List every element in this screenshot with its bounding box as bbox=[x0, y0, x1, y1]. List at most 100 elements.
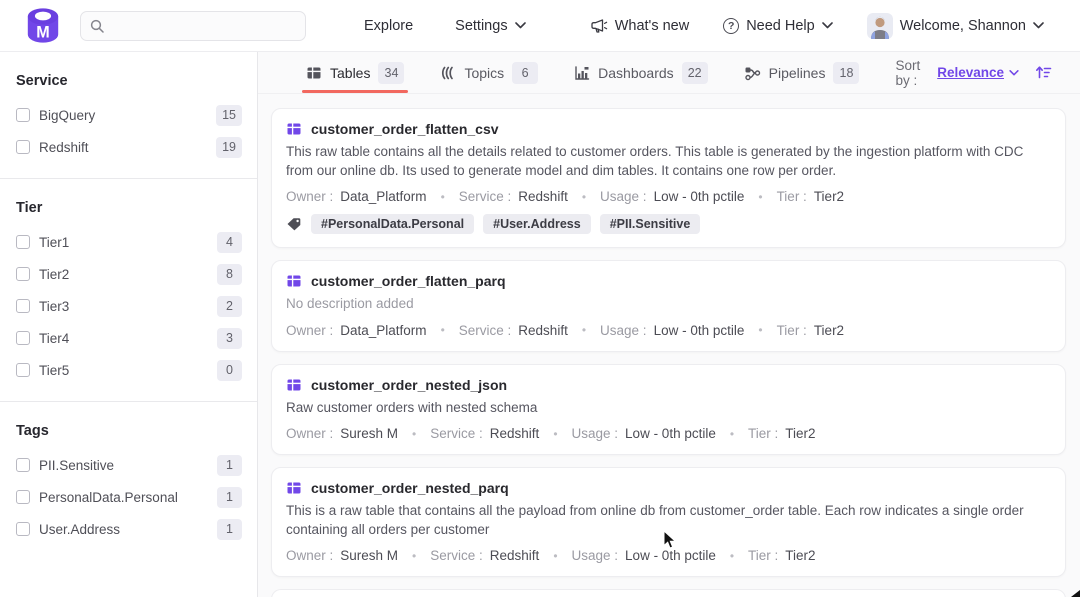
nav-explore[interactable]: Explore bbox=[364, 18, 413, 34]
tab-dashboards[interactable]: Dashboards 22 bbox=[574, 52, 708, 93]
usage-value: Low - 0th pctile bbox=[625, 426, 716, 441]
table-card: customer_order_nested_json Raw customer … bbox=[271, 364, 1066, 456]
separator: • bbox=[730, 549, 734, 563]
nav-settings-label: Settings bbox=[455, 18, 507, 34]
tier-label: Tier : bbox=[777, 323, 807, 338]
table-icon bbox=[286, 377, 302, 393]
entity-tabbar: Tables 34 Topics 6 bbox=[258, 52, 1080, 94]
divider bbox=[0, 178, 258, 179]
table-name-link[interactable]: customer_order_flatten_parq bbox=[311, 273, 506, 289]
filter-tier4[interactable]: Tier4 3 bbox=[16, 322, 242, 354]
tab-tables[interactable]: Tables 34 bbox=[306, 52, 404, 93]
tag-pill[interactable]: #PII.Sensitive bbox=[600, 214, 701, 234]
tag-pill[interactable]: #PersonalData.Personal bbox=[311, 214, 474, 234]
whats-new-label: What's new bbox=[615, 18, 690, 34]
checkbox[interactable] bbox=[16, 267, 30, 281]
chevron-down-icon bbox=[822, 22, 833, 29]
sort-controls: Sort by : Relevance bbox=[895, 58, 1052, 88]
tab-topics[interactable]: Topics 6 bbox=[440, 52, 538, 93]
whats-new-button[interactable]: What's new bbox=[591, 18, 690, 34]
topics-icon bbox=[440, 65, 456, 81]
search-input[interactable] bbox=[111, 18, 296, 33]
user-menu[interactable]: Welcome, Shannon bbox=[867, 13, 1044, 39]
table-meta: Owner : Data_Platform • Service : Redshi… bbox=[286, 189, 1051, 204]
header-right: What's new ? Need Help bbox=[591, 13, 1044, 39]
divider bbox=[0, 401, 258, 402]
checkbox[interactable] bbox=[16, 522, 30, 536]
filter-tier2[interactable]: Tier2 8 bbox=[16, 258, 242, 290]
table-name-link[interactable]: customer_order_flatten_csv bbox=[311, 121, 499, 137]
tier-label: Tier : bbox=[748, 548, 778, 563]
checkbox[interactable] bbox=[16, 108, 30, 122]
tier-value: Tier2 bbox=[785, 426, 815, 441]
tier-label: Tier : bbox=[777, 189, 807, 204]
tier-value: Tier2 bbox=[785, 548, 815, 563]
need-help-menu[interactable]: ? Need Help bbox=[723, 18, 833, 34]
filter-tier3[interactable]: Tier3 2 bbox=[16, 290, 242, 322]
need-help-label: Need Help bbox=[746, 18, 815, 34]
checkbox[interactable] bbox=[16, 458, 30, 472]
svg-text:M: M bbox=[36, 23, 49, 41]
tab-label: Pipelines bbox=[769, 65, 826, 81]
sort-field-dropdown[interactable]: Relevance bbox=[937, 65, 1019, 80]
usage-value: Low - 0th pctile bbox=[625, 548, 716, 563]
filter-tier5[interactable]: Tier5 0 bbox=[16, 354, 242, 386]
filter-pii-sensitive[interactable]: PII.Sensitive 1 bbox=[16, 449, 242, 481]
service-label: Service : bbox=[459, 323, 512, 338]
table-icon bbox=[286, 480, 302, 496]
filter-bigquery[interactable]: BigQuery 15 bbox=[16, 99, 242, 131]
checkbox[interactable] bbox=[16, 331, 30, 345]
table-card: customer_order_nested_parq This is a raw… bbox=[271, 467, 1066, 577]
filter-tier1[interactable]: Tier1 4 bbox=[16, 226, 242, 258]
owner-value: Data_Platform bbox=[340, 189, 426, 204]
filter-label: Redshift bbox=[39, 140, 89, 155]
table-meta: Owner : Suresh M • Service : Redshift • … bbox=[286, 426, 1051, 441]
pipeline-icon bbox=[744, 65, 761, 81]
filter-count-badge: 3 bbox=[217, 328, 242, 349]
sort-order-button[interactable] bbox=[1035, 64, 1052, 81]
table-card-partial bbox=[271, 589, 1066, 597]
openmetadata-logo-icon[interactable]: M bbox=[24, 6, 62, 46]
filter-label: Tier4 bbox=[39, 331, 69, 346]
global-search bbox=[80, 11, 306, 41]
checkbox[interactable] bbox=[16, 140, 30, 154]
filter-sidebar: Service BigQuery 15 Redshift 19 Tier Tie… bbox=[0, 52, 258, 597]
service-value: Redshift bbox=[518, 323, 568, 338]
separator: • bbox=[730, 427, 734, 441]
filter-redshift[interactable]: Redshift 19 bbox=[16, 131, 242, 163]
filter-user-address[interactable]: User.Address 1 bbox=[16, 513, 242, 545]
tab-count-badge: 34 bbox=[378, 62, 404, 84]
tab-label: Dashboards bbox=[598, 65, 674, 81]
table-name-link[interactable]: customer_order_nested_json bbox=[311, 377, 507, 393]
table-name-link[interactable]: customer_order_nested_parq bbox=[311, 480, 509, 496]
service-label: Service : bbox=[430, 548, 483, 563]
owner-label: Owner : bbox=[286, 548, 333, 563]
table-description: This is a raw table that contains all th… bbox=[286, 502, 1051, 539]
filter-label: PersonalData.Personal bbox=[39, 490, 178, 505]
megaphone-icon bbox=[591, 18, 608, 34]
explore-results-area: Tables 34 Topics 6 bbox=[258, 52, 1080, 597]
nav-settings[interactable]: Settings bbox=[455, 18, 525, 34]
checkbox[interactable] bbox=[16, 299, 30, 313]
checkbox[interactable] bbox=[16, 235, 30, 249]
tag-pill[interactable]: #User.Address bbox=[483, 214, 591, 234]
owner-value: Suresh M bbox=[340, 548, 398, 563]
table-icon bbox=[286, 121, 302, 137]
service-value: Redshift bbox=[490, 426, 540, 441]
tab-count-badge: 18 bbox=[833, 62, 859, 84]
separator: • bbox=[412, 427, 416, 441]
filter-count-badge: 4 bbox=[217, 232, 242, 253]
chevron-down-icon bbox=[1009, 70, 1019, 76]
filter-label: Tier5 bbox=[39, 363, 69, 378]
service-value: Redshift bbox=[518, 189, 568, 204]
checkbox[interactable] bbox=[16, 490, 30, 504]
tab-pipelines[interactable]: Pipelines 18 bbox=[744, 52, 860, 93]
table-tags: #PersonalData.Personal #User.Address #PI… bbox=[286, 214, 1051, 234]
checkbox[interactable] bbox=[16, 363, 30, 377]
filter-section-tier-title: Tier bbox=[16, 200, 242, 216]
sort-field-value: Relevance bbox=[937, 65, 1004, 80]
search-icon bbox=[90, 19, 104, 33]
table-description: Raw customer orders with nested schema bbox=[286, 399, 1051, 418]
filter-personaldata-personal[interactable]: PersonalData.Personal 1 bbox=[16, 481, 242, 513]
nav-explore-label: Explore bbox=[364, 18, 413, 34]
